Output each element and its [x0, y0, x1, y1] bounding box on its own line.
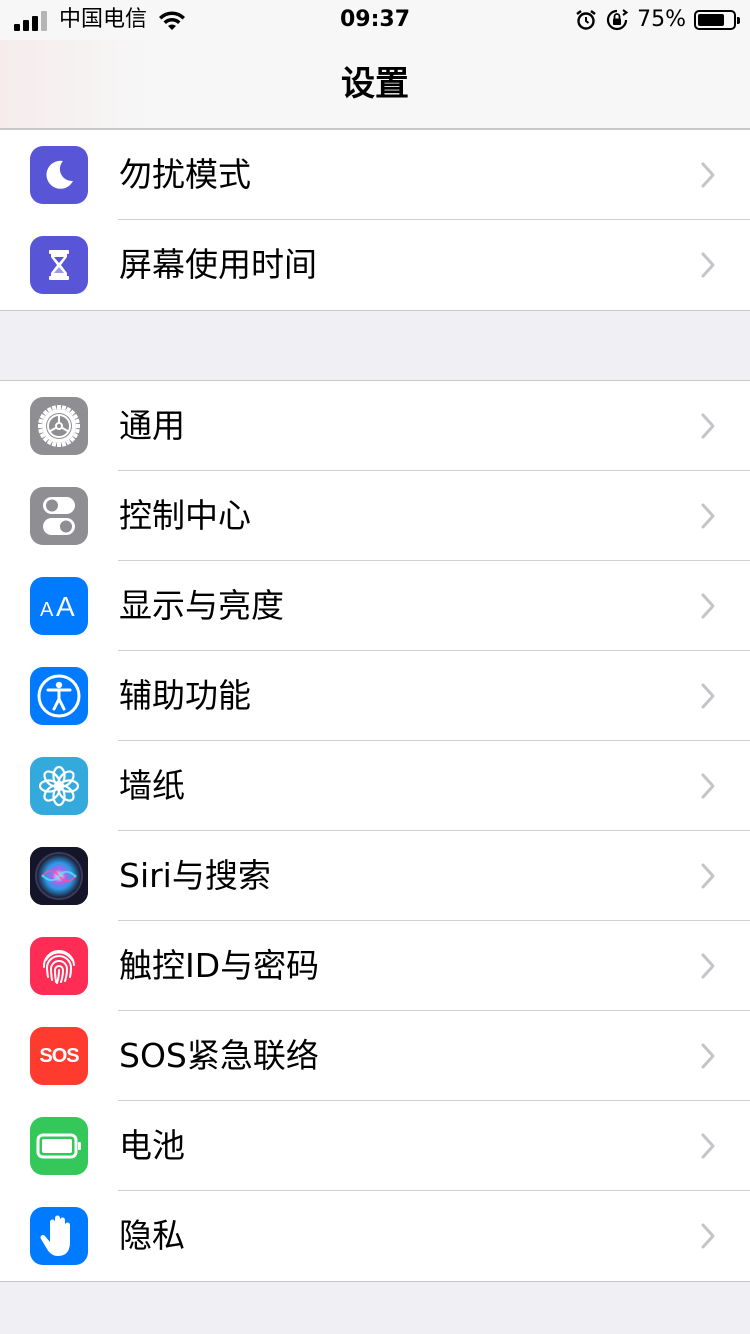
chevron-right-icon [701, 1223, 715, 1249]
settings-row-label: 控制中心 [119, 496, 251, 535]
settings-group: 通用控制中心 A A 显示与亮度辅助功能墙纸 Siri与搜索触控ID与密码 SOS SOS紧… [0, 380, 750, 1282]
settings-row[interactable]: 墙纸 [0, 741, 750, 831]
navigation-bar: 设置 [0, 40, 750, 129]
settings-row[interactable]: 辅助功能 [0, 651, 750, 741]
chevron-right-icon [701, 162, 715, 188]
settings-row[interactable]: 电池 [0, 1101, 750, 1191]
settings-row[interactable]: Siri与搜索 [0, 831, 750, 921]
chevron-right-icon [701, 1043, 715, 1069]
settings-row-label: 屏幕使用时间 [119, 245, 317, 284]
settings-row-label: 通用 [119, 406, 185, 445]
page-title: 设置 [341, 64, 409, 104]
settings-row-label: 勿扰模式 [119, 155, 251, 194]
chevron-right-icon [701, 953, 715, 979]
status-right: 75% [575, 6, 740, 34]
settings-row[interactable]: 通用 [0, 381, 750, 471]
battery-fill [698, 14, 724, 26]
status-bar: 中国电信 09:37 75% [0, 0, 750, 40]
text-size-icon: AA [30, 577, 88, 635]
svg-text:A: A [56, 591, 75, 622]
settings-row[interactable]: 控制中心 [0, 471, 750, 561]
battery-icon [30, 1117, 88, 1175]
settings-row[interactable]: 隐私 [0, 1191, 750, 1281]
settings-row[interactable]: 勿扰模式 [0, 130, 750, 220]
sos-icon: SOS [30, 1027, 88, 1085]
chevron-right-icon [701, 413, 715, 439]
hourglass-icon [30, 236, 88, 294]
siri-icon [30, 847, 88, 905]
settings-row[interactable]: 屏幕使用时间 [0, 220, 750, 310]
battery-percent: 75% [637, 7, 686, 32]
settings-row-label: 电池 [119, 1126, 185, 1165]
chevron-right-icon [701, 1133, 715, 1159]
flower-icon [30, 757, 88, 815]
accessibility-icon [30, 667, 88, 725]
settings-row-label: Siri与搜索 [119, 856, 271, 895]
chevron-right-icon [701, 503, 715, 529]
battery-nub [737, 17, 740, 24]
settings-group: 勿扰模式屏幕使用时间 [0, 129, 750, 311]
svg-text:A: A [40, 599, 54, 621]
settings-row[interactable]: A A 显示与亮度 [0, 561, 750, 651]
hand-icon [30, 1207, 88, 1265]
chevron-right-icon [701, 252, 715, 278]
gear-icon [30, 397, 88, 455]
battery-indicator-icon [694, 10, 740, 30]
chevron-right-icon [701, 683, 715, 709]
chevron-right-icon [701, 773, 715, 799]
settings-row-label: 显示与亮度 [119, 586, 284, 625]
settings-row[interactable]: 触控ID与密码 [0, 921, 750, 1011]
toggles-icon [30, 487, 88, 545]
settings-row-label: 辅助功能 [119, 676, 251, 715]
settings-row-label: SOS紧急联络 [119, 1036, 319, 1075]
settings-row[interactable]: SOS SOS紧急联络 [0, 1011, 750, 1101]
settings-row-label: 墙纸 [119, 766, 185, 805]
fingerprint-icon [30, 937, 88, 995]
settings-row-label: 触控ID与密码 [119, 946, 320, 985]
alarm-icon [576, 10, 596, 30]
orientation-lock-icon [607, 9, 629, 31]
settings-row-label: 隐私 [119, 1216, 185, 1255]
sos-icon-text: SOS [39, 1044, 79, 1067]
chevron-right-icon [701, 593, 715, 619]
chevron-right-icon [701, 863, 715, 889]
moon-icon [30, 146, 88, 204]
